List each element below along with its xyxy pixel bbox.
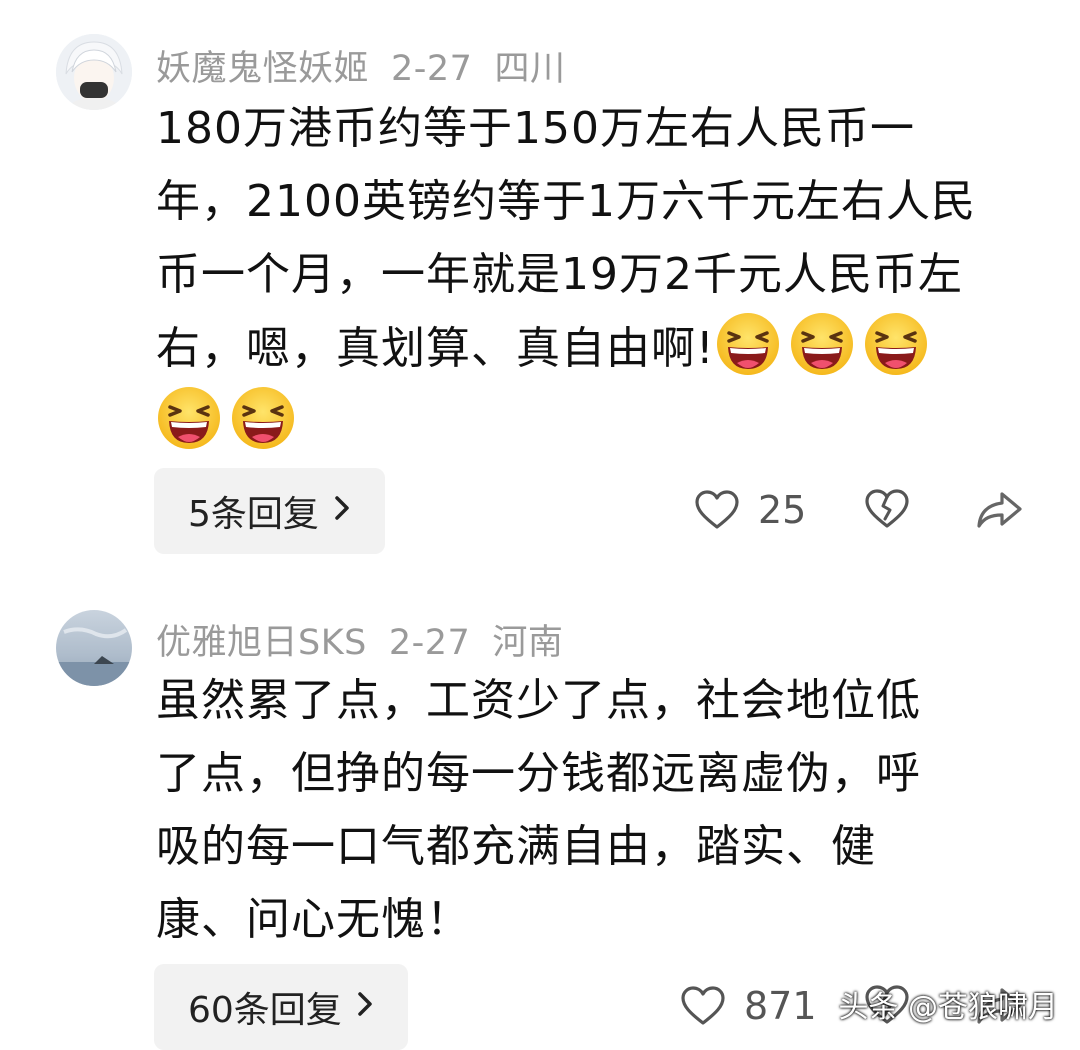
share-button[interactable]	[976, 490, 1024, 530]
watermark: 头条 @苍狼啸月	[838, 990, 1058, 1025]
comment-text: 180万港币约等于150万左右人民币一 年，2100英镑约等于1万六千元左右人民…	[156, 92, 1036, 459]
emoji-group	[715, 313, 937, 375]
comment-meta: 优雅旭日SKS 2-27 河南	[156, 614, 585, 665]
heart-icon	[694, 489, 740, 531]
broken-heart-icon	[864, 488, 910, 530]
comment-location: 河南	[492, 623, 564, 663]
emoji-group	[156, 385, 1036, 459]
user-avatar-image	[56, 34, 132, 110]
comment-line: 虽然累了点，工资少了点，社会地位低	[156, 675, 921, 726]
username[interactable]: 优雅旭日SKS	[156, 623, 367, 663]
like-count: 25	[758, 488, 807, 532]
laughing-face-emoji	[232, 387, 294, 449]
laughing-face-emoji	[716, 313, 779, 375]
replies-label: 5条回复	[188, 494, 319, 535]
comment-line: 了点，但挣的每一分钱都远离虚伪，呼	[156, 748, 921, 799]
comment-line: 右，嗯，真划算、真自由啊!	[156, 311, 1036, 385]
like-count: 871	[744, 984, 817, 1028]
avatar[interactable]	[56, 610, 132, 686]
avatar[interactable]	[56, 34, 132, 110]
comment-line: 吸的每一口气都充满自由，踏实、健	[156, 821, 876, 872]
comment-line: 180万港币约等于150万左右人民币一	[156, 103, 915, 154]
chevron-right-icon	[356, 987, 374, 1027]
dislike-button[interactable]	[864, 488, 910, 530]
laughing-face-emoji	[864, 313, 927, 375]
comment-date: 2-27	[391, 49, 473, 89]
comment-text: 虽然累了点，工资少了点，社会地位低 了点，但挣的每一分钱都远离虚伪，呼 吸的每一…	[156, 664, 1036, 956]
user-avatar-image	[56, 610, 132, 686]
share-arrow-icon	[976, 490, 1024, 530]
replies-label: 60条回复	[188, 990, 342, 1031]
view-replies-button[interactable]: 60条回复	[154, 964, 408, 1050]
heart-icon	[680, 985, 726, 1027]
comment-line: 币一个月，一年就是19万2千元人民币左	[156, 249, 963, 300]
comment-line-text: 右，嗯，真划算、真自由啊!	[156, 323, 715, 374]
comment-meta: 妖魔鬼怪妖姬 2-27 四川	[156, 40, 587, 91]
comment-location: 四川	[494, 49, 566, 89]
view-replies-button[interactable]: 5条回复	[154, 468, 385, 554]
laughing-face-emoji	[158, 387, 220, 449]
comment-line: 年，2100英镑约等于1万六千元左右人民	[156, 176, 976, 227]
like-button[interactable]: 25	[694, 488, 806, 532]
username[interactable]: 妖魔鬼怪妖姬	[156, 49, 369, 89]
comment-line: 康、问心无愧！	[156, 894, 471, 945]
chevron-right-icon	[333, 491, 351, 531]
comment-date: 2-27	[388, 623, 471, 663]
like-button[interactable]: 871	[680, 984, 817, 1028]
laughing-face-emoji	[790, 313, 853, 375]
